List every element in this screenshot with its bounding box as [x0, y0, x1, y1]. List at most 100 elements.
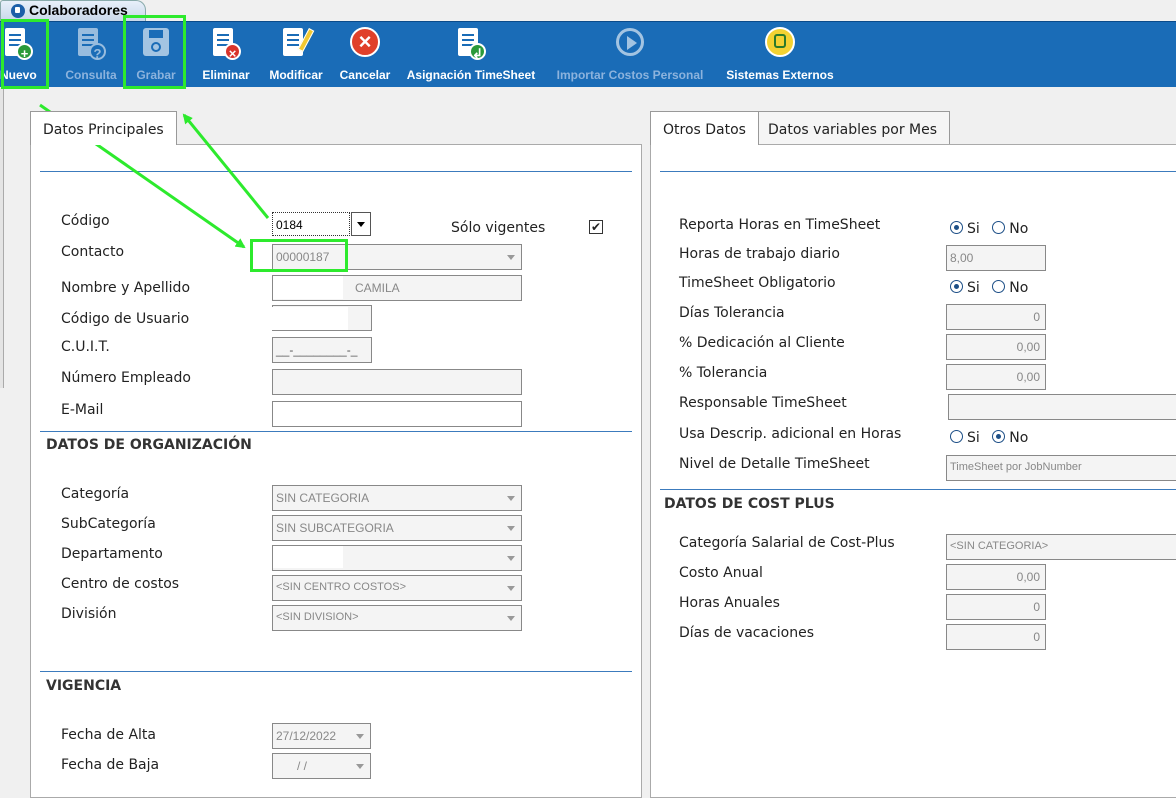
- radio-empty-icon: [950, 430, 963, 443]
- dias-tolerancia-label: Días Tolerancia: [679, 305, 785, 321]
- eliminar-button[interactable]: × Eliminar: [200, 22, 252, 88]
- costo-anual-label: Costo Anual: [679, 565, 763, 581]
- fecha-alta-label: Fecha de Alta: [61, 727, 156, 743]
- dias-vacaciones-label: Días de vacaciones: [679, 625, 815, 641]
- importar-costos-button[interactable]: Importar Costos Personal: [550, 22, 710, 88]
- usa-descrip-label: Usa Descrip. adicional en Horas: [679, 426, 902, 442]
- redaction-mask: [273, 546, 343, 568]
- obligatorio-si-radio[interactable]: Si: [950, 280, 980, 296]
- nivel-detalle-select[interactable]: TimeSheet por JobNumber: [946, 455, 1176, 481]
- sistemas-externos-button[interactable]: Sistemas Externos: [722, 22, 838, 88]
- solo-vigentes-checkbox[interactable]: ✔: [589, 220, 603, 234]
- centro-select[interactable]: <SIN CENTRO COSTOS>: [272, 575, 522, 601]
- section-rule: [40, 431, 632, 432]
- org-section-title: DATOS DE ORGANIZACIÓN: [46, 437, 252, 453]
- codigo-label: Código: [61, 213, 110, 229]
- tag-icon: [11, 4, 25, 18]
- toolbar: + Nuevo ? Consulta Grabar × Eliminar Mod…: [0, 21, 1176, 87]
- reporta-si-radio[interactable]: Si: [950, 221, 980, 237]
- dedicacion-label: % Dedicación al Cliente: [679, 335, 845, 351]
- categoria-label: Categoría: [61, 486, 130, 502]
- usa-descrip-no-radio[interactable]: No: [992, 430, 1028, 446]
- horas-anuales-label: Horas Anuales: [679, 595, 780, 611]
- tab-datos-variables[interactable]: Datos variables por Mes: [755, 111, 951, 145]
- consulta-button[interactable]: ? Consulta: [60, 22, 122, 88]
- cat-salarial-label: Categoría Salarial de Cost-Plus: [679, 535, 895, 551]
- dias-vacaciones-input[interactable]: 0: [946, 624, 1046, 650]
- nombre-label: Nombre y Apellido: [61, 280, 191, 296]
- responsable-label: Responsable TimeSheet: [679, 395, 847, 411]
- obligatorio-radio-group: Si No: [950, 280, 1028, 296]
- assign-doc-icon: ↲: [454, 26, 488, 62]
- window-tab[interactable]: Colaboradores: [0, 0, 146, 21]
- empleado-input[interactable]: [272, 369, 522, 395]
- cancel-icon: ×: [348, 26, 382, 62]
- horas-anuales-input[interactable]: 0: [946, 594, 1046, 620]
- cat-salarial-select[interactable]: <SIN CATEGORIA>: [946, 534, 1176, 560]
- cuit-label: C.U.I.T.: [61, 339, 110, 355]
- fecha-baja-label: Fecha de Baja: [61, 757, 160, 773]
- departamento-label: Departamento: [61, 546, 163, 562]
- horas-diario-input[interactable]: 8,00: [946, 245, 1046, 271]
- section-rule: [40, 171, 632, 172]
- redaction-mask: [268, 307, 348, 330]
- external-systems-icon: [763, 26, 797, 62]
- codigo-dropdown-button[interactable]: [351, 212, 371, 236]
- usa-descrip-radio-group: Si No: [950, 430, 1028, 446]
- radio-empty-icon: [992, 221, 1006, 234]
- categoria-select[interactable]: SIN CATEGORIA: [272, 485, 522, 511]
- costo-anual-input[interactable]: 0,00: [946, 564, 1046, 590]
- centro-label: Centro de costos: [61, 576, 180, 592]
- section-rule: [40, 671, 632, 672]
- edit-doc-icon: [279, 26, 315, 62]
- window-title: Colaboradores: [29, 2, 128, 18]
- asignacion-timesheet-button[interactable]: ↲ Asignación TimeSheet: [402, 22, 540, 88]
- cancelar-button[interactable]: × Cancelar: [335, 22, 395, 88]
- radio-selected-icon: [950, 221, 963, 234]
- fecha-alta-input[interactable]: 27/12/2022: [272, 723, 371, 749]
- redaction-mask: [273, 276, 343, 299]
- grabar-button[interactable]: Grabar: [131, 22, 181, 88]
- email-input[interactable]: [272, 401, 522, 427]
- usuario-label: Código de Usuario: [61, 311, 190, 327]
- nuevo-button[interactable]: + Nuevo: [0, 22, 37, 88]
- cuit-input[interactable]: __-________-_: [272, 337, 372, 363]
- delete-doc-icon: ×: [209, 26, 243, 62]
- fecha-baja-input[interactable]: / /: [272, 753, 371, 779]
- subcategoria-label: SubCategoría: [61, 516, 156, 532]
- tab-datos-principales[interactable]: Datos Principales: [30, 111, 177, 145]
- tolerancia-input[interactable]: 0,00: [946, 364, 1046, 390]
- division-label: División: [61, 606, 117, 622]
- dias-tolerancia-input[interactable]: 0: [946, 304, 1046, 330]
- horas-diario-label: Horas de trabajo diario: [679, 246, 840, 262]
- vigencia-section-title: VIGENCIA: [46, 678, 122, 694]
- codigo-input[interactable]: 0184: [272, 212, 350, 236]
- query-doc-icon: ?: [74, 26, 108, 62]
- reporta-no-radio[interactable]: No: [992, 221, 1028, 237]
- responsable-input[interactable]: [948, 394, 1176, 420]
- tab-otros-datos[interactable]: Otros Datos: [650, 111, 759, 145]
- tolerancia-label: % Tolerancia: [679, 365, 768, 381]
- side-strip: [0, 88, 4, 388]
- reporta-horas-label: Reporta Horas en TimeSheet: [679, 217, 881, 233]
- solo-vigentes-label: Sólo vigentes: [451, 220, 546, 236]
- contacto-label: Contacto: [61, 244, 125, 260]
- obligatorio-no-radio[interactable]: No: [992, 280, 1028, 296]
- radio-selected-icon: [992, 430, 1006, 443]
- chevron-down-icon: [357, 222, 365, 227]
- costplus-section-title: DATOS DE COST PLUS: [664, 496, 835, 512]
- reporta-horas-radio-group: Si No: [950, 221, 1028, 237]
- radio-empty-icon: [992, 280, 1006, 293]
- usa-descrip-si-radio[interactable]: Si: [950, 430, 980, 446]
- play-import-icon: [613, 26, 647, 62]
- division-select[interactable]: <SIN DIVISION>: [272, 605, 522, 631]
- contacto-select[interactable]: 00000187: [272, 244, 522, 270]
- subcategoria-select[interactable]: SIN SUBCATEGORIA: [272, 515, 522, 541]
- obligatorio-label: TimeSheet Obligatorio: [679, 275, 836, 291]
- dedicacion-input[interactable]: 0,00: [946, 334, 1046, 360]
- radio-selected-icon: [950, 280, 963, 293]
- left-panel: [30, 144, 642, 798]
- empleado-label: Número Empleado: [61, 370, 191, 386]
- section-rule: [660, 489, 1176, 490]
- modificar-button[interactable]: Modificar: [263, 22, 329, 88]
